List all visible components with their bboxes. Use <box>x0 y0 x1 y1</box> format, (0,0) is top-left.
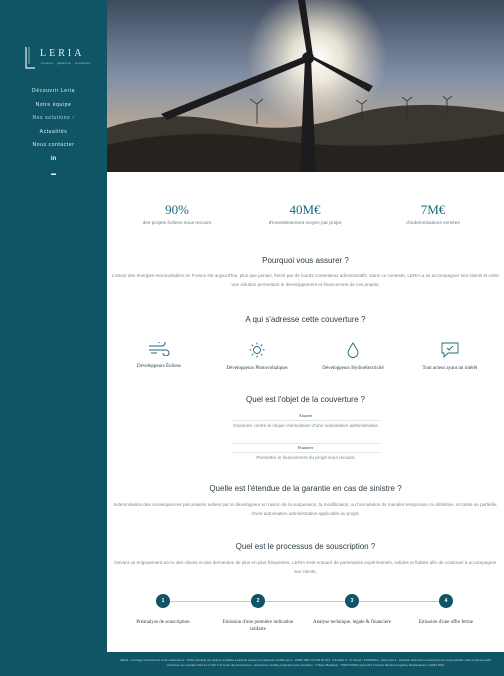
stat-label: d'investissement moyen par projet <box>268 221 342 226</box>
nav-item-contact[interactable]: Nous contacter <box>0 142 107 156</box>
step-label: Emission d'une première indication tarif… <box>222 620 294 632</box>
stat-value: 40M€ <box>289 202 321 217</box>
footer: LERIA - Courtage d'assurances et de réas… <box>107 652 504 676</box>
object-heading-assurer: Assurer <box>298 413 313 418</box>
section-title-object: Quel est l'objet de la couverture ? <box>246 395 365 404</box>
step-number: 1 <box>156 594 170 608</box>
stat-value: 7M€ <box>420 202 446 217</box>
brand-logo[interactable]: LERIA conseil · garantie · expertise <box>24 46 90 72</box>
audience-item: Développeurs Éoliens <box>113 342 205 369</box>
stat-indemnisations: 7M€ d'indemnisations versées <box>381 202 485 226</box>
section-title-scope: Quelle est l'étendue de la garantie en c… <box>209 484 402 493</box>
wind-turbine-sunset-image <box>107 0 504 172</box>
audience-item: Tout acteur ayant un intérêt <box>404 342 496 371</box>
object-heading-financer: Financer <box>297 445 314 450</box>
section-text-why: L'essor des énergies renouvelables en Fr… <box>111 273 500 287</box>
brand-name: LERIA <box>40 48 85 59</box>
audience-item: Développeurs Photovoltaïques <box>211 342 303 371</box>
footer-legal-text: LERIA - Courtage d'assurances et de réas… <box>119 658 492 667</box>
stat-label: des projets éoliens sous recours <box>142 221 212 226</box>
step-label: Analyse technique, légale & financière <box>313 620 391 625</box>
logo-mark-icon <box>25 47 35 69</box>
stat-value: 90% <box>165 202 189 217</box>
audience-label: Tout acteur ayant un intérêt <box>422 366 478 371</box>
nav-item-equipe[interactable]: Notre équipe <box>0 102 107 116</box>
step-label: Emission d'une offre ferme <box>418 620 474 625</box>
divider <box>231 452 381 453</box>
step-label: Préanalyse de souscription <box>136 620 190 625</box>
hero-image <box>107 0 504 172</box>
stat-recours: 90% des projets éoliens sous recours <box>125 202 229 226</box>
sidebar: LERIA conseil · garantie · expertise Déc… <box>0 0 107 676</box>
stat-investissement: 40M€ d'investissement moyen par projet <box>253 202 357 226</box>
step-connector <box>170 601 251 602</box>
step-number: 2 <box>251 594 265 608</box>
nav-item-decouvrir[interactable]: Découvrir Leria <box>0 88 107 102</box>
section-text-scope: Indemnisation des conséquences pécuniair… <box>113 502 498 516</box>
nav-item-actualites[interactable]: Actualités <box>0 129 107 143</box>
nav-item-solutions[interactable]: Nos solutions › <box>0 115 107 129</box>
section-title-why: Pourquoi vous assurer ? <box>262 256 349 265</box>
language-flag-icon[interactable]: ▬ <box>0 171 107 177</box>
section-text-process: Devant un engouement accru des clients e… <box>114 560 497 574</box>
audience-label: Développeurs Photovoltaïques <box>226 366 288 371</box>
water-drop-icon <box>347 342 359 358</box>
divider <box>231 443 381 444</box>
linkedin-icon[interactable]: in <box>0 156 107 162</box>
divider <box>231 420 381 421</box>
sun-icon <box>249 342 265 358</box>
object-text-financer: Permettre le financement du projet sous … <box>256 455 356 460</box>
section-title-audience: A qui s'adresse cette couverture ? <box>245 315 366 324</box>
stat-label: d'indemnisations versées <box>406 221 460 226</box>
section-title-process: Quel est le processus de souscription ? <box>235 542 376 551</box>
message-check-icon <box>441 342 459 358</box>
step-connector <box>359 601 439 602</box>
wind-icon <box>149 342 170 356</box>
brand-tagline: conseil · garantie · expertise <box>41 61 91 65</box>
step-number: 3 <box>345 594 359 608</box>
main-content: 90% des projets éoliens sous recours 40M… <box>107 172 504 652</box>
main-nav: Découvrir Leria Notre équipe Nos solutio… <box>0 88 107 156</box>
audience-item: Développeurs Hydroélectricité <box>307 342 399 371</box>
audience-label: Développeurs Éoliens <box>136 364 182 369</box>
object-text-assurer: S'assurer contre le risque d'annulation … <box>232 423 380 428</box>
step-connector <box>265 601 345 602</box>
step-number: 4 <box>439 594 453 608</box>
audience-label: Développeurs Hydroélectricité <box>322 366 384 371</box>
